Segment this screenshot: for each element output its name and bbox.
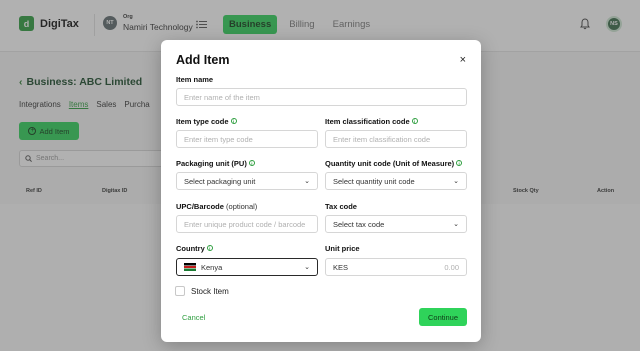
item-name-input[interactable]: Enter name of the item [176, 88, 467, 106]
chevron-down-icon: ⌄ [453, 221, 459, 228]
continue-button[interactable]: Continue [419, 308, 467, 326]
tax-code-select[interactable]: Select tax code ⌄ [325, 215, 467, 233]
close-icon[interactable]: × [460, 55, 466, 66]
stock-item-checkbox[interactable] [175, 286, 185, 296]
country-label: Country i [176, 244, 213, 253]
item-class-input[interactable]: Enter item classification code [325, 130, 467, 148]
modal-title: Add Item [176, 53, 230, 67]
chevron-down-icon: ⌄ [304, 178, 310, 185]
add-item-modal: Add Item × Item name Enter name of the i… [161, 40, 481, 342]
tax-code-label: Tax code [325, 202, 357, 211]
chevron-down-icon: ⌄ [304, 264, 310, 271]
item-name-label: Item name [176, 75, 214, 84]
unit-price-input[interactable]: KES 0.00 [325, 258, 467, 276]
info-icon: i [456, 160, 463, 166]
barcode-input[interactable]: Enter unique product code / barcode [176, 215, 318, 233]
info-icon: i [248, 160, 255, 166]
info-icon: i [411, 118, 418, 124]
packaging-label: Packaging unit (PU) i [176, 159, 255, 168]
item-class-label: Item classification code i [325, 117, 418, 126]
info-icon: i [230, 118, 237, 124]
currency-code: KES [333, 262, 349, 272]
item-type-label: Item type code i [176, 117, 237, 126]
quantity-select[interactable]: Select quantity unit code ⌄ [325, 172, 467, 190]
packaging-select[interactable]: Select packaging unit ⌄ [176, 172, 318, 190]
item-type-input[interactable]: Enter item type code [176, 130, 318, 148]
kenya-flag-icon [184, 262, 196, 271]
stock-item-row: Stock Item [175, 286, 229, 296]
cancel-button[interactable]: Cancel [182, 313, 205, 322]
country-select[interactable]: Kenya ⌄ [176, 258, 318, 276]
chevron-down-icon: ⌄ [453, 178, 459, 185]
info-icon: i [206, 245, 213, 251]
unit-price-value: 0.00 [444, 262, 459, 272]
barcode-label: UPC/Barcode (optional) [176, 202, 258, 211]
quantity-label: Quantity unit code (Unit of Measure) i [325, 159, 463, 168]
unit-price-label: Unit price [325, 244, 360, 253]
stock-item-label: Stock Item [191, 286, 229, 296]
